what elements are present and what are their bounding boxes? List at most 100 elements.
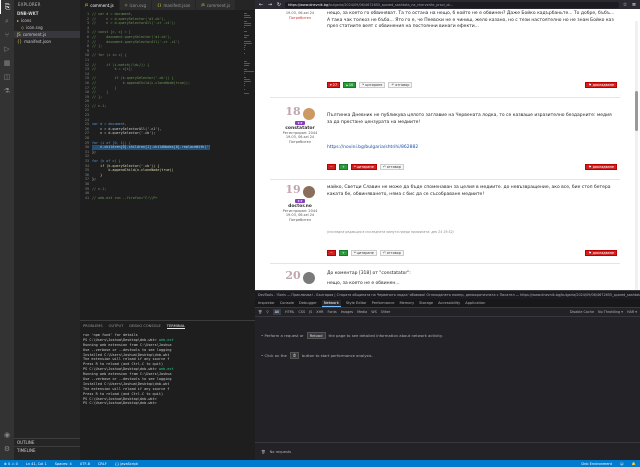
report-button[interactable]: ⚑ докладване <box>585 249 617 256</box>
filter-images[interactable]: Images <box>341 310 353 314</box>
filter-xhr[interactable]: XHR <box>316 310 323 314</box>
status-item[interactable]: Spaces: 4 <box>51 462 76 466</box>
vote-up-button[interactable]: + <box>338 249 348 256</box>
comment-link[interactable]: https://novini.bg/bulgaria/shtrihi/86288… <box>327 145 418 150</box>
tab-output[interactable]: OUTPUT <box>109 324 124 328</box>
minimap-line <box>244 45 246 46</box>
account-icon[interactable]: ◉ <box>0 428 14 442</box>
vote-up-count: 10 <box>348 82 354 87</box>
status-item[interactable]: Dnb Environment <box>577 462 616 466</box>
source-control-icon[interactable]: ⑂ <box>0 28 14 42</box>
filter-all[interactable]: All <box>272 309 282 315</box>
tab-manifest-json[interactable]: {} manifest.json <box>152 0 197 10</box>
minimap-line <box>244 71 254 72</box>
explorer-icon[interactable]: ⎘ <box>0 0 14 14</box>
tab-storage[interactable]: Storage <box>419 301 433 305</box>
trash-icon[interactable]: 🗑 <box>261 450 266 454</box>
tab-style-editor[interactable]: Style Editor <box>346 301 367 305</box>
bookmark-star-icon[interactable]: ☆ <box>622 2 628 8</box>
run-debug-icon[interactable]: ▷ <box>0 42 14 56</box>
code-view[interactable]: 1// var d = document, 2// n = d.querySele… <box>80 12 255 317</box>
reply-button[interactable]: ↶ отговор <box>379 249 404 256</box>
filter-css[interactable]: CSS <box>298 310 305 314</box>
tab-icon-svg[interactable]: ◇ icon.svg <box>119 0 153 10</box>
tab-memory[interactable]: Memory <box>399 301 414 305</box>
quote-label: цитиране <box>356 164 374 169</box>
comment-number: 19 <box>285 183 301 196</box>
network-option[interactable]: Disable Cache <box>570 310 594 314</box>
vote-up-button[interactable]: + <box>338 163 348 170</box>
project-folder[interactable]: DNB-WKT <box>14 9 80 17</box>
trash-icon[interactable]: 🗑 <box>258 310 262 314</box>
reload-button[interactable]: Reload <box>306 331 326 339</box>
tab-terminal[interactable]: TERMINAL <box>166 324 186 329</box>
filter-fonts[interactable]: Fonts <box>328 310 337 314</box>
reply-button[interactable]: ↶ отговор <box>379 163 404 170</box>
report-button[interactable]: ⚑ докладване <box>585 81 617 88</box>
quote-button[interactable]: ❝ цитиране <box>350 163 377 170</box>
status-item[interactable]: Ln 41, Col 1 <box>22 462 51 466</box>
page-scrollbar[interactable] <box>635 21 638 290</box>
tab-application[interactable]: Application <box>465 301 485 305</box>
quote-button[interactable]: ❝ цитиране <box>359 81 386 88</box>
terminal[interactable]: run 'npm fund' for details PS C:\Users\Jo… <box>80 331 255 408</box>
stopwatch-icon[interactable]: ⏱ <box>289 351 299 359</box>
minimap-line <box>244 91 245 92</box>
scroll-thumb[interactable] <box>635 91 638 131</box>
vote-down-button[interactable]: ▾ 27 <box>327 81 341 88</box>
filter-js[interactable]: JS <box>309 310 312 314</box>
filter-icon[interactable]: ⚲ <box>266 310 268 314</box>
tab-accessibility[interactable]: Accessibility <box>438 301 460 305</box>
status-item[interactable]: ☺ <box>616 462 628 466</box>
tree-item-folder[interactable]: ▸ icons <box>14 17 80 24</box>
search-icon[interactable]: ⌕ <box>0 14 14 28</box>
devtools-window: DevTools - 'Boris — Приключва! - Българи… <box>255 290 640 460</box>
vote-up-button[interactable]: ▴ 10 <box>343 81 357 88</box>
folder-icon: ▸ <box>17 18 20 23</box>
outline-section[interactable]: OUTLINE <box>14 438 80 445</box>
filter-ws[interactable]: WS <box>371 310 377 314</box>
report-button[interactable]: ⚑ докладване <box>585 163 617 170</box>
tab-debugger[interactable]: Debugger <box>299 301 317 305</box>
status-item[interactable]: ⊗ 0 ⚠ 0 <box>0 462 22 466</box>
testing-icon[interactable]: ⚗ <box>0 84 14 98</box>
vote-down-button[interactable]: − <box>327 163 336 170</box>
tree-item-file[interactable]: {} manifest.json <box>14 38 80 45</box>
menu-icon[interactable]: ≡ <box>631 2 637 8</box>
network-option[interactable]: HAR ▾ <box>627 310 637 314</box>
status-item[interactable]: UTF-8 <box>76 462 94 466</box>
filter-html[interactable]: HTML <box>285 310 294 314</box>
minimap-line <box>244 53 246 54</box>
vote-down-count: 27 <box>332 82 338 87</box>
filter-media[interactable]: Media <box>357 310 367 314</box>
tree-item-file[interactable]: JS comment.js <box>14 31 80 38</box>
forward-icon[interactable]: → <box>267 2 273 8</box>
reload-icon[interactable]: ↻ <box>276 2 282 8</box>
network-option[interactable]: No Throttling ▾ <box>598 310 623 314</box>
tab-inspector[interactable]: Inspector <box>258 301 275 305</box>
manage-gear-icon[interactable]: ⚙ <box>0 442 14 456</box>
quote-button[interactable]: ❝ цитиране <box>350 249 377 256</box>
tree-item-file[interactable]: ◇ icon.svg <box>14 24 80 31</box>
tab-comment-js[interactable]: JS comment.js <box>80 0 120 10</box>
tab-debug-console[interactable]: DEBUG CONSOLE <box>129 324 160 328</box>
network-footer: 🗑 No requests <box>255 442 640 460</box>
status-item[interactable]: 🔔 <box>628 462 640 466</box>
tab-console[interactable]: Console <box>280 301 294 305</box>
extensions-icon[interactable]: ▦ <box>0 56 14 70</box>
status-item[interactable]: CRLF <box>94 462 111 466</box>
tab-problems[interactable]: PROBLEMS <box>83 324 103 328</box>
minimap-line <box>244 89 246 90</box>
filter-other[interactable]: Other <box>381 310 391 314</box>
tab-performance[interactable]: Performance <box>372 301 395 305</box>
timeline-section[interactable]: TIMELINE <box>14 446 80 453</box>
minimap[interactable] <box>243 12 255 212</box>
remote-icon[interactable]: ◫ <box>0 70 14 84</box>
status-item[interactable]: {} JavaScript <box>111 462 142 466</box>
back-icon[interactable]: ← <box>258 2 264 8</box>
vote-down-button[interactable]: − <box>327 249 336 256</box>
tab-comment-js-2[interactable]: JS comment.js <box>196 0 237 10</box>
address-bar[interactable]: https://www.dnevnik.bg/bulgaria/2024/09/… <box>285 1 619 8</box>
reply-button[interactable]: ↶ отговор <box>388 81 413 88</box>
tab-network[interactable]: Network <box>321 299 341 307</box>
